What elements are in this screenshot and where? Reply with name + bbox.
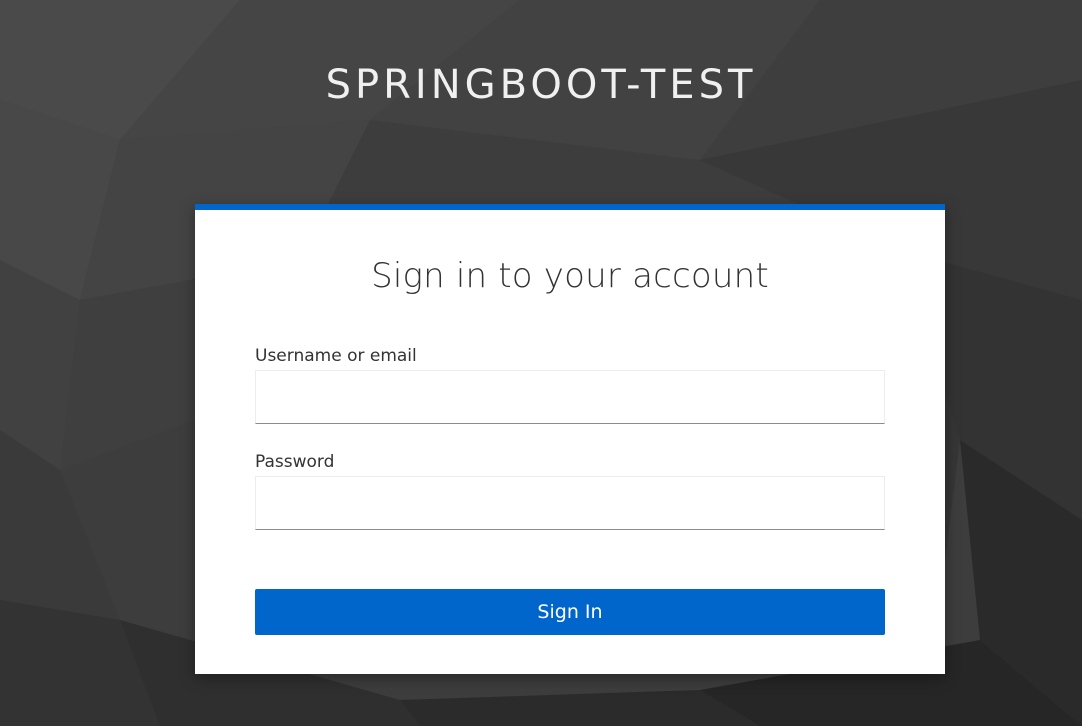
realm-title: SPRINGBOOT-TEST [325, 62, 757, 108]
password-input[interactable] [255, 476, 885, 530]
sign-in-button[interactable]: Sign In [255, 589, 885, 635]
login-heading: Sign in to your account [371, 256, 769, 296]
login-card: Sign in to your account Username or emai… [195, 204, 945, 674]
password-label: Password [255, 452, 335, 472]
username-input[interactable] [255, 370, 885, 424]
username-label: Username or email [255, 346, 417, 366]
